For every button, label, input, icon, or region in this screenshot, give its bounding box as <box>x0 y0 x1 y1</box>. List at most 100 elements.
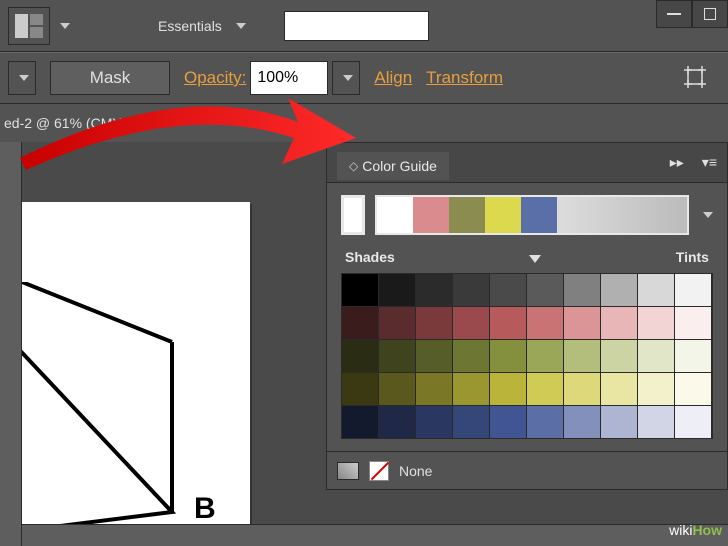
panel-footer: None <box>327 451 727 489</box>
control-bar: Mask Opacity: 100% Align Transform <box>0 52 728 104</box>
document-tab-bar: ed-2 @ 61% (CMYK/Pre <box>0 104 728 142</box>
variation-swatch[interactable] <box>379 340 415 372</box>
object-type-dropdown[interactable] <box>8 61 36 95</box>
ramp-swatch[interactable] <box>521 197 557 233</box>
collapse-icon: ◇ <box>349 159 358 173</box>
shades-label: Shades <box>345 249 395 265</box>
variation-swatch[interactable] <box>453 406 489 438</box>
opacity-input[interactable]: 100% <box>250 61 328 95</box>
variation-swatch[interactable] <box>379 307 415 339</box>
harmony-ramp[interactable] <box>375 195 689 235</box>
variation-swatch[interactable] <box>564 373 600 405</box>
base-color-swatch[interactable] <box>341 195 365 235</box>
variation-swatch[interactable] <box>490 307 526 339</box>
variation-grid <box>341 273 713 439</box>
artboard[interactable]: B <box>22 202 250 546</box>
variation-swatch[interactable] <box>342 307 378 339</box>
variation-swatch[interactable] <box>416 274 452 306</box>
variation-swatch[interactable] <box>379 406 415 438</box>
variation-swatch[interactable] <box>490 340 526 372</box>
variation-swatch[interactable] <box>453 307 489 339</box>
variation-swatch[interactable] <box>490 373 526 405</box>
variation-swatch[interactable] <box>675 307 711 339</box>
variation-swatch[interactable] <box>416 307 452 339</box>
variation-swatch[interactable] <box>675 373 711 405</box>
variation-swatch[interactable] <box>601 373 637 405</box>
arrange-documents-button[interactable] <box>8 7 50 45</box>
ramp-swatch[interactable] <box>413 197 449 233</box>
variation-swatch[interactable] <box>638 274 674 306</box>
opacity-label[interactable]: Opacity: <box>184 68 246 88</box>
variation-swatch[interactable] <box>453 274 489 306</box>
wikihow-watermark: wikiHow <box>669 522 722 540</box>
limit-label: None <box>399 463 432 479</box>
maximize-button[interactable] <box>692 0 728 28</box>
variation-swatch[interactable] <box>675 274 711 306</box>
transform-link[interactable]: Transform <box>426 68 503 88</box>
tints-label: Tints <box>676 249 709 265</box>
variation-swatch[interactable] <box>564 406 600 438</box>
variation-swatch[interactable] <box>564 340 600 372</box>
panel-menu-icon[interactable]: ▾≡ <box>702 154 717 171</box>
variation-swatch[interactable] <box>527 406 563 438</box>
horizontal-scrollbar[interactable] <box>22 524 728 546</box>
variation-swatch[interactable] <box>490 406 526 438</box>
minimize-button[interactable] <box>656 0 692 28</box>
align-link[interactable]: Align <box>374 68 412 88</box>
point-b-label: B <box>194 492 216 526</box>
isolate-icon[interactable] <box>682 64 708 93</box>
variation-swatch[interactable] <box>342 340 378 372</box>
ramp-swatch[interactable] <box>485 197 521 233</box>
variation-swatch[interactable] <box>564 274 600 306</box>
variation-swatch[interactable] <box>453 373 489 405</box>
opacity-dropdown[interactable] <box>332 61 360 95</box>
variation-swatch[interactable] <box>601 307 637 339</box>
variation-swatch[interactable] <box>675 406 711 438</box>
variation-swatch[interactable] <box>527 373 563 405</box>
variation-swatch[interactable] <box>416 373 452 405</box>
variation-swatch[interactable] <box>342 274 378 306</box>
variation-swatch[interactable] <box>527 274 563 306</box>
ramp-swatch[interactable] <box>377 197 413 233</box>
arrange-dropdown-icon[interactable] <box>60 23 70 29</box>
cube-drawing <box>22 282 250 546</box>
document-tab[interactable]: ed-2 @ 61% (CMYK/Pre <box>4 115 157 131</box>
variation-swatch[interactable] <box>490 274 526 306</box>
variation-swatch[interactable] <box>416 406 452 438</box>
variation-swatch[interactable] <box>675 340 711 372</box>
variation-swatch[interactable] <box>379 373 415 405</box>
variation-swatch[interactable] <box>342 373 378 405</box>
variation-swatch[interactable] <box>379 274 415 306</box>
variation-swatch[interactable] <box>638 340 674 372</box>
variation-swatch[interactable] <box>527 340 563 372</box>
variation-swatch[interactable] <box>564 307 600 339</box>
ramp-swatch[interactable] <box>449 197 485 233</box>
variation-swatch[interactable] <box>638 406 674 438</box>
edit-colors-icon[interactable] <box>337 462 359 480</box>
work-area: B ◇ Color Guide ▸▸ ▾≡ Shades <box>0 142 728 546</box>
variation-swatch[interactable] <box>527 307 563 339</box>
variation-swatch[interactable] <box>416 340 452 372</box>
expand-icon[interactable]: ▸▸ <box>670 154 684 171</box>
variation-swatch[interactable] <box>601 274 637 306</box>
variation-swatch[interactable] <box>638 307 674 339</box>
harmony-dropdown-icon[interactable] <box>703 212 713 218</box>
panel-title: Color Guide <box>362 158 437 174</box>
mask-button[interactable]: Mask <box>50 61 170 95</box>
variation-swatch[interactable] <box>601 406 637 438</box>
color-guide-tab[interactable]: ◇ Color Guide <box>337 152 449 180</box>
variation-swatch[interactable] <box>638 373 674 405</box>
workspace-label: Essentials <box>158 18 222 34</box>
variation-dropdown-icon[interactable] <box>529 255 541 263</box>
variation-swatch[interactable] <box>342 406 378 438</box>
window-controls <box>656 0 728 30</box>
app-topbar: Essentials <box>0 0 728 52</box>
none-swatch-icon[interactable] <box>369 461 389 481</box>
chevron-down-icon <box>236 23 246 29</box>
variation-swatch[interactable] <box>601 340 637 372</box>
search-input[interactable] <box>284 11 429 41</box>
workspace-switcher[interactable]: Essentials <box>150 14 254 38</box>
panel-tab-bar: ◇ Color Guide ▸▸ ▾≡ <box>327 143 727 183</box>
variation-swatch[interactable] <box>453 340 489 372</box>
vertical-scrollbar[interactable] <box>0 142 22 546</box>
